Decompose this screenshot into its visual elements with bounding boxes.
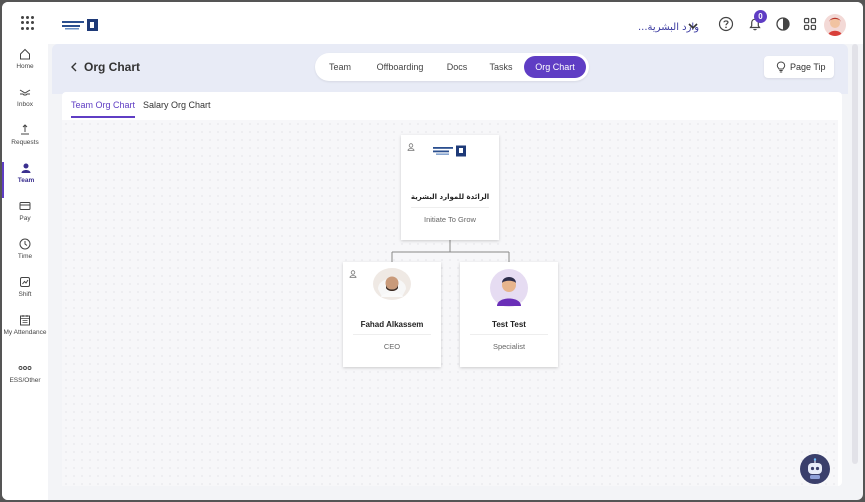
sidebar-item-label: Requests — [11, 139, 39, 146]
company-logo — [433, 145, 466, 157]
home-icon — [20, 48, 30, 60]
org-card-role: Specialist — [492, 342, 526, 351]
user-avatar[interactable] — [824, 14, 846, 36]
card-divider — [470, 334, 548, 335]
help-icon[interactable] — [718, 16, 734, 32]
sidebar-item-label: ESS/Other — [9, 377, 41, 384]
sidebar-item-shift[interactable]: Shift — [2, 276, 48, 312]
lightbulb-icon — [776, 61, 786, 73]
sidebar-item-label: Home — [16, 63, 34, 70]
org-card-role: Initiate To Grow — [424, 215, 476, 224]
top-bar: ...وارد البشرية 0 — [2, 2, 863, 44]
card-divider — [411, 207, 489, 208]
inbox-icon — [19, 89, 31, 96]
chevron-down-icon[interactable] — [688, 22, 698, 30]
person-icon — [349, 270, 357, 278]
calendar-icon — [20, 315, 30, 326]
org-card-employee[interactable]: Fahad Alkassem CEO — [343, 262, 441, 367]
sidebar-item-label: Shift — [18, 291, 32, 298]
team-icon — [21, 163, 31, 173]
sidebar-item-label: Time — [17, 253, 33, 260]
page-tip-label: Page Tip — [790, 62, 826, 72]
org-card-name: Fahad Alkassem — [360, 320, 424, 329]
back-chevron-icon[interactable] — [70, 62, 78, 72]
sidebar-item-my-attendance[interactable]: My Attendance — [2, 314, 48, 360]
sidebar-item-time[interactable]: Time — [2, 238, 48, 274]
notification-badge: 0 — [754, 10, 767, 23]
person-icon — [407, 143, 415, 151]
page-tip-button[interactable]: Page Tip — [764, 56, 834, 78]
clock-icon — [19, 238, 31, 250]
theme-toggle-icon[interactable] — [775, 16, 791, 32]
app-window: ...وارد البشرية 0 Home Inbox Requests Te… — [2, 2, 863, 500]
sidebar-item-pay[interactable]: Pay — [2, 200, 48, 236]
org-card-root[interactable]: الرائدة للموارد البشرية Initiate To Grow — [401, 135, 499, 240]
sidebar-item-label: Inbox — [17, 101, 33, 108]
page-title: Org Chart — [84, 60, 141, 74]
requests-icon — [21, 124, 29, 135]
shift-icon — [20, 277, 30, 287]
more-icon — [18, 366, 32, 370]
org-card-name: Test Test — [492, 320, 526, 329]
section-tabs: Team Offboarding Docs Tasks Org Chart — [315, 53, 589, 81]
org-card-employee[interactable]: Test Test Specialist — [460, 262, 558, 367]
subtab-team-org-chart[interactable]: Team Org Chart — [71, 100, 136, 118]
org-chart-panel: Team Org Chart Salary Org Chart الرائدة … — [62, 92, 842, 486]
org-card-name: الرائدة للموارد البشرية — [410, 193, 490, 201]
employee-avatar — [490, 269, 528, 307]
page-scrollbar[interactable] — [852, 44, 858, 464]
employee-photo — [373, 268, 411, 300]
tab-tasks[interactable]: Tasks — [483, 56, 519, 78]
sidebar-item-label: My Attendance — [3, 329, 47, 336]
sidebar-item-requests[interactable]: Requests — [2, 124, 48, 160]
company-logo — [62, 19, 98, 31]
org-chart-canvas[interactable]: الرائدة للموارد البشرية Initiate To Grow — [62, 120, 838, 486]
sidebar-item-inbox[interactable]: Inbox — [2, 86, 48, 122]
sidebar: Home Inbox Requests Team Pay Time Shift — [2, 44, 48, 500]
sidebar-item-home[interactable]: Home — [2, 48, 48, 84]
card-divider — [353, 334, 431, 335]
tab-docs[interactable]: Docs — [440, 56, 474, 78]
modules-grid-icon[interactable] — [802, 16, 818, 32]
chat-assistant-button[interactable] — [800, 454, 830, 484]
subtab-salary-org-chart[interactable]: Salary Org Chart — [143, 100, 211, 110]
sidebar-item-ess-other[interactable]: ESS/Other — [2, 362, 48, 398]
org-card-role: CEO — [383, 342, 401, 351]
robot-icon — [808, 458, 822, 479]
pay-icon — [19, 202, 31, 210]
sidebar-item-label: Team — [17, 177, 35, 184]
sidebar-item-team[interactable]: Team — [2, 162, 48, 198]
sidebar-item-label: Pay — [19, 215, 31, 222]
tab-org-chart[interactable]: Org Chart — [524, 56, 586, 78]
tab-team[interactable]: Team — [323, 56, 357, 78]
tab-offboarding[interactable]: Offboarding — [367, 56, 433, 78]
apps-grid-icon[interactable] — [21, 16, 35, 30]
